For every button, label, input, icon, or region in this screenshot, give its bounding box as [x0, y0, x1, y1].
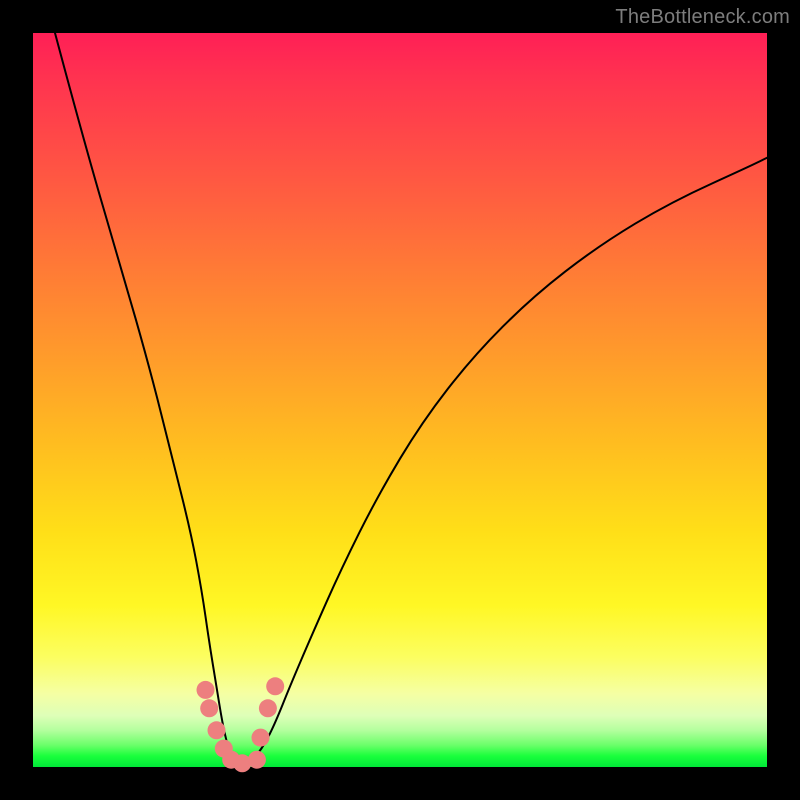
curve-marker [200, 699, 218, 717]
bottleneck-curve [55, 33, 767, 767]
curve-marker [252, 729, 270, 747]
curve-marker [259, 699, 277, 717]
curve-markers [197, 677, 285, 772]
chart-frame: TheBottleneck.com [0, 0, 800, 800]
curve-marker [248, 751, 266, 769]
chart-svg [33, 33, 767, 767]
curve-marker [208, 721, 226, 739]
curve-marker [266, 677, 284, 695]
plot-area [33, 33, 767, 767]
watermark-text: TheBottleneck.com [615, 6, 790, 29]
curve-marker [197, 681, 215, 699]
